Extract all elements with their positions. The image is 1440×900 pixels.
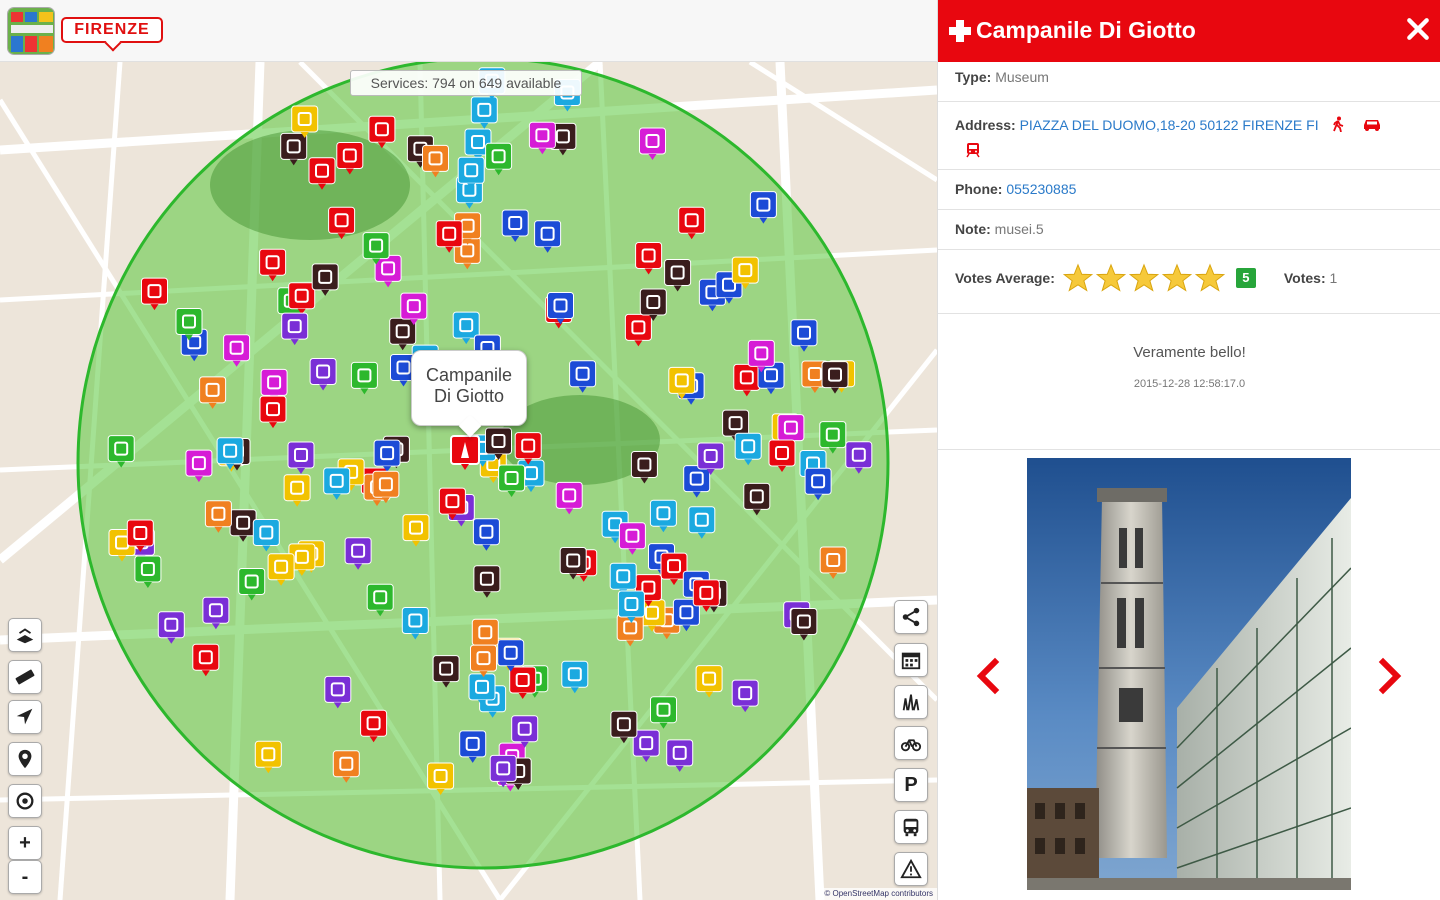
pin-button[interactable] (8, 742, 42, 776)
votes-value: 1 (1329, 270, 1338, 286)
score-badge: 5 (1235, 268, 1256, 288)
star-icon[interactable] (1128, 263, 1159, 293)
share-button[interactable] (894, 600, 928, 634)
warning-button[interactable] (894, 852, 928, 886)
type-label: Type: (955, 69, 992, 85)
star-icon[interactable] (1194, 263, 1225, 293)
ruler-icon (15, 669, 35, 685)
layers-button[interactable] (8, 618, 42, 652)
calendar-icon (901, 652, 921, 670)
review-date: 2015-12-28 12:58:17.0 (1133, 378, 1246, 390)
zoom-out-button[interactable]: - (8, 860, 42, 894)
city-selector[interactable]: FIRENZE (61, 17, 163, 43)
callout-line-1: Campanile (425, 365, 513, 385)
zoom-in-button[interactable]: + (8, 826, 42, 860)
map-top-bar: FIRENZE (0, 0, 937, 62)
navigate-arrow-icon (16, 708, 33, 725)
votes-label: Votes: (1283, 270, 1326, 286)
poi-title: Campanile Di Giotto (976, 17, 1196, 43)
poi-address-row: Address: PIAZZA DEL DUOMO,18-20 50122 FI… (938, 102, 1440, 170)
poi-header: Campanile Di Giotto (938, 0, 1440, 62)
star-icon[interactable] (1062, 263, 1093, 293)
bus-button[interactable] (894, 810, 928, 844)
review-item: Veramente bello! 2015-12-28 12:58:17.0 (938, 314, 1440, 450)
poi-detail-panel: Campanile Di Giotto Type: Museum Address… (937, 0, 1440, 900)
street (748, 59, 937, 183)
walking-icon[interactable] (1331, 116, 1345, 133)
zoom-in-icon: + (19, 831, 31, 854)
warning-icon (900, 858, 922, 879)
app-root: FIRENZE Services: 794 on 649 available C… (0, 0, 1440, 900)
zoom-out-icon: - (21, 865, 29, 888)
poi-photo[interactable] (1027, 458, 1351, 890)
votes-count: Votes: 1 (1284, 270, 1337, 286)
car-icon[interactable] (1362, 117, 1382, 131)
share-icon (902, 607, 920, 627)
map-canvas[interactable] (0, 0, 937, 900)
bus-icon (903, 818, 919, 837)
map-view[interactable]: FIRENZE Services: 794 on 649 available C… (0, 0, 937, 900)
app-logo-icon[interactable] (7, 7, 55, 55)
park-area (210, 130, 410, 240)
selected-poi-marker[interactable] (450, 435, 480, 470)
bicycle-button[interactable] (894, 726, 928, 760)
address-link[interactable]: PIAZZA DEL DUOMO,18-20 50122 FIRENZE FI (1020, 117, 1319, 133)
rating-stars[interactable] (1062, 263, 1228, 293)
poi-note-row: Note: musei.5 (938, 210, 1440, 250)
ruler-button[interactable] (8, 660, 42, 694)
poi-votes-row: Votes Average: 5 Votes: 1 (938, 250, 1440, 314)
phone-label: Phone: (955, 181, 1003, 197)
next-photo-icon[interactable] (1375, 656, 1405, 696)
calendar-button[interactable] (894, 643, 928, 677)
previous-photo-icon[interactable] (973, 656, 1003, 696)
grass-button[interactable] (894, 685, 928, 719)
layers-icon (16, 628, 34, 644)
services-count-info: Services: 794 on 649 available (350, 70, 582, 96)
callout-line-2: Di Giotto (433, 386, 505, 406)
star-icon[interactable] (1095, 263, 1126, 293)
plus-icon (949, 20, 971, 42)
note-label: Note: (955, 221, 991, 237)
locate-button[interactable] (8, 784, 42, 818)
review-text: Veramente bello! (1133, 344, 1246, 361)
star-icon[interactable] (1161, 263, 1192, 293)
parking-icon: P (904, 773, 918, 796)
note-value: musei.5 (994, 221, 1044, 237)
locate-target-icon (16, 792, 34, 810)
grass-icon (902, 694, 920, 711)
navigate-button[interactable] (8, 700, 42, 734)
map-attribution[interactable]: © OpenStreetMap contributors (820, 888, 937, 900)
selected-poi-callout[interactable]: Campanile Di Giotto (411, 350, 527, 426)
type-value: Museum (995, 69, 1049, 85)
train-icon[interactable] (965, 142, 981, 158)
phone-link[interactable]: 055230885 (1006, 181, 1076, 197)
address-label: Address: (955, 117, 1016, 133)
parking-button[interactable]: P (894, 768, 928, 802)
bicycle-icon (900, 739, 922, 752)
close-icon[interactable] (1405, 16, 1431, 42)
poi-phone-row: Phone: 055230885 (938, 170, 1440, 210)
pin-icon (18, 749, 32, 769)
votes-average-label: Votes Average: (955, 270, 1055, 286)
poi-type-row: Type: Museum (938, 62, 1440, 102)
